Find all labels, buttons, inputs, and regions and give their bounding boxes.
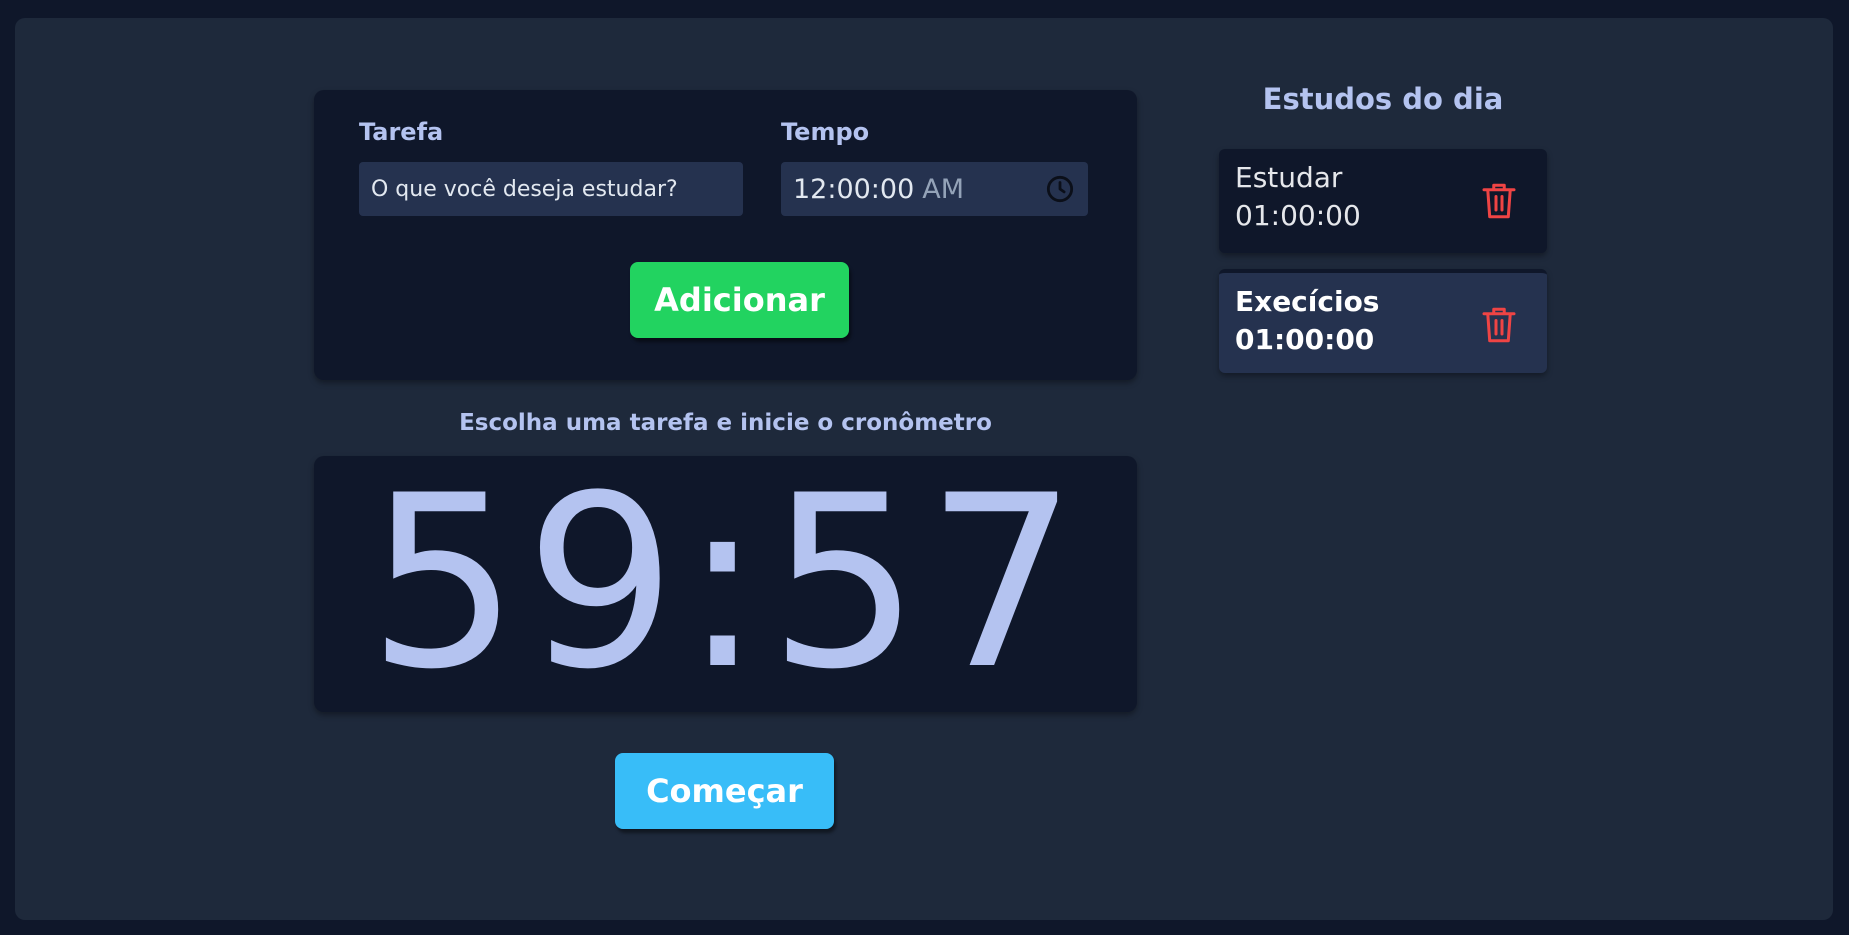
trash-icon[interactable] [1481, 305, 1517, 345]
time-label: Tempo [781, 118, 870, 146]
timer-hint: Escolha uma tarefa e inicie o cronômetro [459, 410, 992, 436]
add-button[interactable]: Adicionar [630, 262, 849, 338]
time-input[interactable]: 12:00:00 AM [781, 162, 1088, 216]
list-item-execicios[interactable]: Execícios 01:00:00 [1219, 269, 1547, 373]
time-ampm: AM [922, 173, 965, 205]
clock-icon[interactable] [1046, 175, 1074, 203]
trash-icon[interactable] [1481, 181, 1517, 221]
timer-display: 59:57 [367, 445, 1084, 722]
list-title: Estudos do dia [1262, 82, 1504, 116]
list-item-estudar[interactable]: Estudar 01:00:00 [1219, 149, 1547, 253]
time-value: 12:00:00 [793, 173, 915, 205]
timer-card: 59:57 [314, 456, 1137, 712]
app-container: Tarefa Tempo 12:00:00 AM Adicionar Escol… [15, 18, 1833, 920]
task-input[interactable] [359, 162, 743, 216]
start-button[interactable]: Começar [615, 753, 834, 829]
task-form: Tarefa Tempo 12:00:00 AM Adicionar [314, 90, 1137, 380]
task-label: Tarefa [359, 118, 444, 146]
